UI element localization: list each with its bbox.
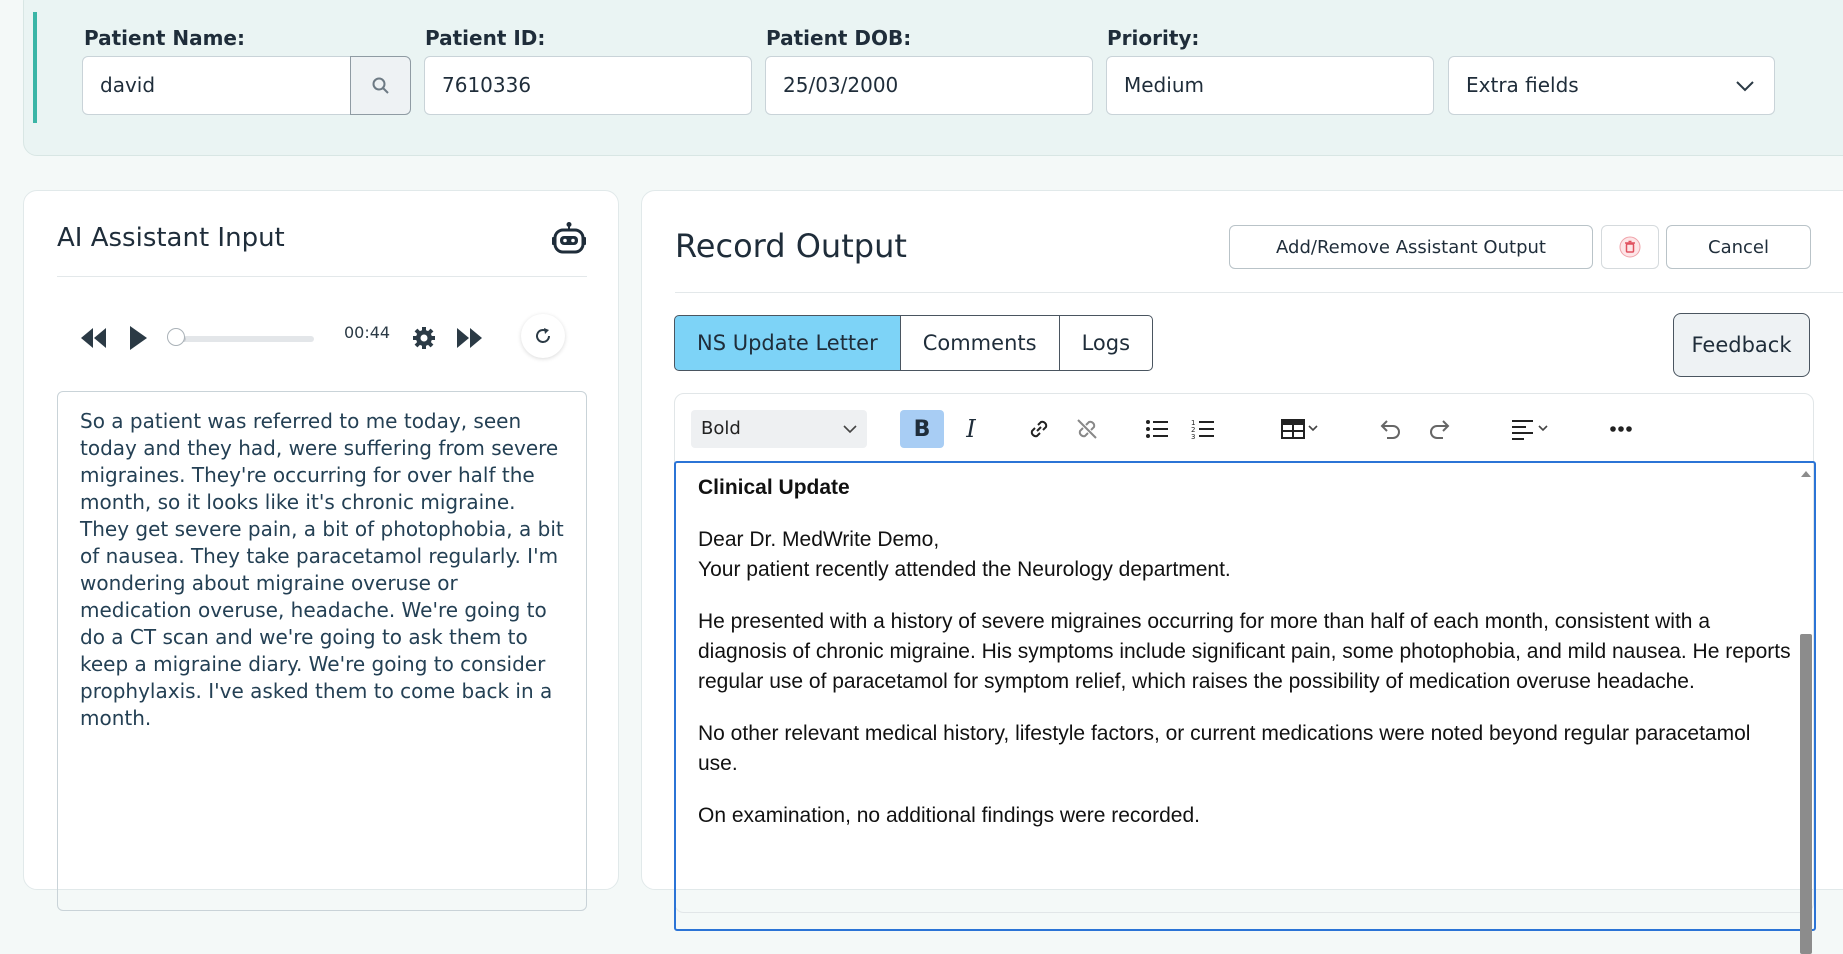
numbered-list-icon: 1 2 3 <box>1191 419 1214 440</box>
divider <box>675 292 1843 293</box>
editor-scrollbar[interactable] <box>1800 469 1812 954</box>
align-left-icon <box>1512 420 1548 440</box>
more-button[interactable] <box>1599 410 1643 448</box>
scroll-up-arrow-icon[interactable] <box>1800 469 1812 479</box>
undo-button[interactable] <box>1368 410 1412 448</box>
bullet-list-icon <box>1146 420 1168 438</box>
italic-icon: I <box>966 415 976 443</box>
letter-heading: Clinical Update <box>698 476 850 499</box>
transcript-textarea[interactable]: So a patient was referred to me today, s… <box>57 391 587 911</box>
rich-text-editor: Bold B I 1 2 3 Clinical Update Dear Dr. … <box>674 393 1816 954</box>
refresh-icon <box>536 328 550 343</box>
assistant-input-panel: AI Assistant Input 00:44 So a patient wa… <box>23 190 620 911</box>
tab-ns-update-letter[interactable]: NS Update Letter <box>674 315 901 371</box>
patient-dob-input[interactable]: 25/03/2000 <box>765 56 1093 115</box>
tab-comments[interactable]: Comments <box>899 315 1060 371</box>
svg-text:3: 3 <box>1191 433 1195 440</box>
bold-button[interactable]: B <box>900 410 944 448</box>
format-select[interactable]: Bold <box>691 410 867 448</box>
letter-paragraph: He presented with a history of severe mi… <box>698 610 1791 693</box>
reload-button[interactable] <box>521 314 565 358</box>
scrollbar-thumb[interactable] <box>1800 634 1812 954</box>
unlink-button[interactable] <box>1065 410 1109 448</box>
add-remove-output-button[interactable]: Add/Remove Assistant Output <box>1229 225 1593 269</box>
rewind-icon[interactable] <box>80 327 108 349</box>
patient-id-label: Patient ID: <box>425 26 546 50</box>
unlink-icon <box>1077 419 1097 439</box>
gear-icon[interactable] <box>412 326 436 350</box>
table-icon <box>1281 419 1318 439</box>
trash-icon <box>1619 236 1641 258</box>
link-button[interactable] <box>1017 410 1061 448</box>
record-tabs: NS Update Letter Comments Logs <box>674 315 1154 371</box>
record-output-panel: Record Output Add/Remove Assistant Outpu… <box>641 190 1843 954</box>
chevron-down-icon <box>1736 81 1754 92</box>
fast-forward-icon[interactable] <box>455 327 483 349</box>
play-icon[interactable] <box>128 325 148 351</box>
numbered-list-button[interactable]: 1 2 3 <box>1181 410 1225 448</box>
redo-icon <box>1430 420 1450 439</box>
search-icon <box>372 77 389 94</box>
progress-thumb[interactable] <box>167 328 185 346</box>
extra-fields-label: Extra fields <box>1466 73 1579 97</box>
letter-paragraph: On examination, no additional findings w… <box>698 804 1200 827</box>
tab-logs[interactable]: Logs <box>1058 315 1154 371</box>
letter-intro: Your patient recently attended the Neuro… <box>698 558 1231 581</box>
letter-editor[interactable]: Clinical Update Dear Dr. MedWrite Demo, … <box>674 461 1816 954</box>
redo-button[interactable] <box>1418 410 1462 448</box>
progress-track[interactable] <box>169 336 314 342</box>
table-button[interactable] <box>1275 410 1327 448</box>
playback-time: 00:44 <box>344 323 391 342</box>
cancel-button[interactable]: Cancel <box>1666 225 1811 269</box>
feedback-button[interactable]: Feedback <box>1673 313 1810 377</box>
divider <box>57 276 587 277</box>
format-select-value: Bold <box>701 418 741 439</box>
bold-icon: B <box>913 416 931 442</box>
robot-icon[interactable] <box>551 221 587 255</box>
chevron-down-icon <box>843 425 857 434</box>
letter-salutation: Dear Dr. MedWrite Demo, <box>698 528 940 551</box>
align-button[interactable] <box>1505 410 1557 448</box>
patient-dob-label: Patient DOB: <box>766 26 912 50</box>
link-icon <box>1030 420 1048 438</box>
italic-button[interactable]: I <box>949 410 993 448</box>
accent-line <box>33 12 37 123</box>
letter-paragraph: No other relevant medical history, lifes… <box>698 722 1751 775</box>
patient-id-input[interactable]: 7610336 <box>424 56 752 115</box>
extra-fields-select[interactable]: Extra fields <box>1448 56 1775 115</box>
undo-icon <box>1380 420 1400 439</box>
record-output-title: Record Output <box>675 227 907 265</box>
bullet-list-button[interactable] <box>1135 410 1179 448</box>
delete-button[interactable] <box>1601 225 1659 269</box>
patient-name-label: Patient Name: <box>84 26 245 50</box>
patient-search-button[interactable] <box>350 56 411 115</box>
patient-name-input[interactable]: david <box>82 56 352 115</box>
audio-player: 00:44 <box>24 311 620 371</box>
more-icon <box>1610 426 1632 432</box>
priority-input[interactable]: Medium <box>1106 56 1434 115</box>
priority-label: Priority: <box>1107 26 1200 50</box>
assistant-input-title: AI Assistant Input <box>57 223 285 253</box>
editor-toolbar: Bold B I 1 2 3 <box>675 394 1813 460</box>
